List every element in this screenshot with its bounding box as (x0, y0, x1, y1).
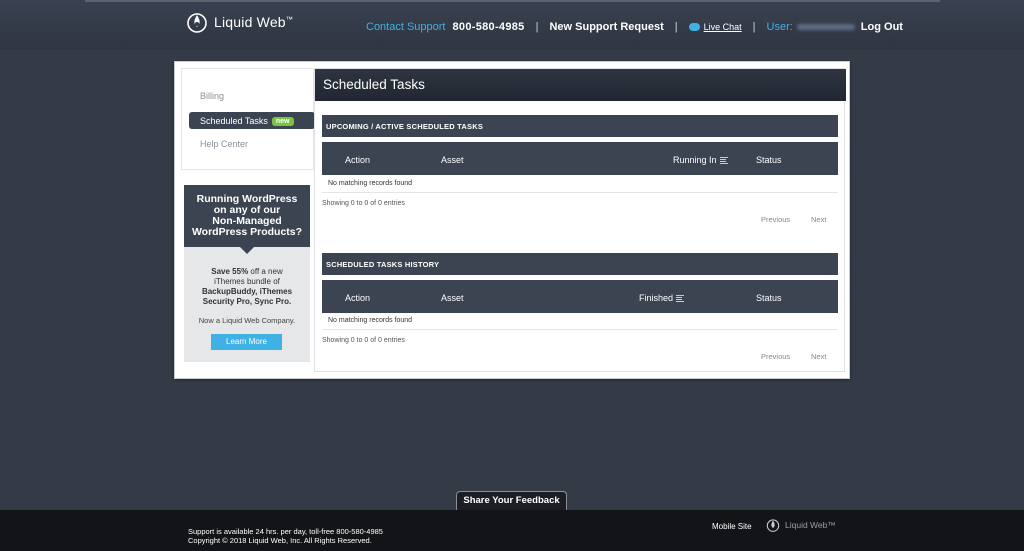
empty-message: No matching records found (328, 180, 413, 187)
sidebar-item-scheduled-tasks[interactable]: Scheduled Tasks new (189, 112, 315, 129)
wordpress-promo: Running WordPress on any of our Non-Mana… (184, 185, 310, 362)
promo-body: Save 55% off a new iThemes bundle of Bac… (184, 267, 310, 307)
new-support-request-link[interactable]: New Support Request (549, 21, 663, 33)
column-label: Running In (673, 155, 717, 165)
mobile-site-link[interactable]: Mobile Site (712, 522, 752, 531)
new-badge: new (271, 117, 294, 126)
history-tasks-heading: SCHEDULED TASKS HISTORY (322, 253, 838, 275)
previous-page-button[interactable]: Previous (761, 352, 790, 361)
nav-separator: | (752, 21, 756, 33)
top-nav: Contact Support 800-580-4985 | New Suppo… (366, 21, 903, 33)
empty-message: No matching records found (328, 317, 413, 324)
nav-separator: | (535, 21, 539, 33)
sort-icon (719, 157, 728, 164)
history-table-header: Action Asset Finished Status (322, 280, 838, 313)
logo-text: Liquid Web™ (214, 14, 293, 30)
promo-company: Now a Liquid Web Company. (198, 316, 296, 325)
next-page-button[interactable]: Next (811, 352, 826, 361)
next-page-button[interactable]: Next (811, 215, 826, 224)
column-status[interactable]: Status (756, 293, 782, 303)
row-divider (322, 192, 838, 193)
redacted-username (796, 24, 855, 30)
footer-logo[interactable]: Liquid Web™ (766, 518, 836, 532)
sort-icon (676, 295, 685, 302)
header: Liquid Web™ Contact Support 800-580-4985… (0, 0, 1024, 50)
column-finished[interactable]: Finished (639, 293, 685, 303)
column-label: Finished (639, 293, 674, 303)
column-status[interactable]: Status (756, 155, 782, 165)
sidebar-item-label: Scheduled Tasks (200, 116, 268, 126)
promo-headline-line: WordPress Products? (191, 226, 303, 238)
live-chat-link[interactable]: Live Chat (688, 21, 742, 33)
column-action[interactable]: Action (345, 293, 370, 303)
promo-text: BackupBuddy, iThemes (201, 287, 293, 296)
column-asset[interactable]: Asset (441, 293, 464, 303)
promo-text: iThemes bundle of (214, 277, 280, 286)
upcoming-table-header: Action Asset Running In Status (322, 142, 838, 175)
liquid-web-logo-icon (766, 519, 780, 532)
liquid-web-logo-icon (187, 13, 207, 33)
promo-headline: Running WordPress on any of our Non-Mana… (184, 185, 310, 247)
promo-text: off a new (248, 267, 283, 276)
promo-save: Save 55% (211, 267, 249, 276)
row-divider (322, 329, 838, 330)
sidebar-item-billing[interactable]: Billing (200, 91, 224, 101)
sidebar-nav: Billing Scheduled Tasks new Help Center (181, 68, 315, 170)
header-topline (85, 0, 940, 2)
copyright: Copyright © 2018 Liquid Web, Inc. All Ri… (188, 536, 372, 545)
chat-bubble-icon (688, 23, 700, 31)
column-action[interactable]: Action (345, 155, 370, 165)
column-asset[interactable]: Asset (441, 155, 464, 165)
main-card: Billing Scheduled Tasks new Help Center R… (174, 61, 850, 379)
previous-page-button[interactable]: Previous (761, 215, 790, 224)
learn-more-button[interactable]: Learn More (211, 334, 282, 350)
footer: Support is available 24 hrs. per day, to… (0, 510, 1024, 551)
entries-count: Showing 0 to 0 of 0 entries (322, 200, 405, 207)
sidebar-item-help-center[interactable]: Help Center (200, 139, 248, 149)
page-title: Scheduled Tasks (315, 69, 846, 101)
promo-arrow (240, 247, 254, 254)
support-phone: 800-580-4985 (452, 21, 525, 33)
live-chat-label: Live Chat (703, 22, 742, 32)
upcoming-tasks-heading: UPCOMING / ACTIVE SCHEDULED TASKS (322, 115, 838, 137)
user-label: User: (766, 21, 793, 33)
share-feedback-tab[interactable]: Share Your Feedback (456, 491, 567, 510)
column-running-in[interactable]: Running In (673, 155, 728, 165)
nav-separator: | (674, 21, 678, 33)
footer-info: Support is available 24 hrs. per day, to… (188, 527, 383, 545)
logo[interactable]: Liquid Web™ (186, 11, 293, 33)
entries-count: Showing 0 to 0 of 0 entries (322, 337, 405, 344)
support-availability: Support is available 24 hrs. per day, to… (188, 527, 383, 536)
promo-text: Security Pro, Sync Pro. (202, 297, 292, 306)
scheduled-tasks-panel: Scheduled Tasks UPCOMING / ACTIVE SCHEDU… (314, 68, 846, 372)
logout-link[interactable]: Log Out (861, 21, 903, 33)
footer-logo-text: Liquid Web™ (785, 520, 836, 530)
contact-support-link[interactable]: Contact Support (366, 21, 446, 33)
